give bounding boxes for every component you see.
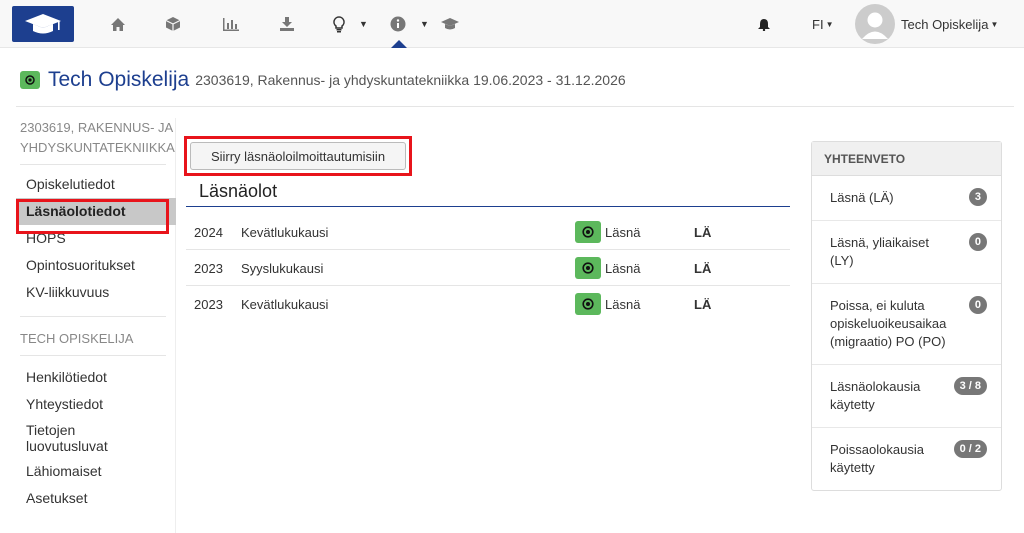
- sidebar-item-asetukset[interactable]: Asetukset: [16, 485, 176, 512]
- chevron-down-icon: ▼: [420, 19, 429, 29]
- student-study-right: 2303619, Rakennus- ja yhdyskuntatekniikk…: [195, 72, 626, 88]
- studies-nav-button[interactable]: [165, 10, 181, 38]
- home-logo[interactable]: [12, 6, 74, 42]
- summary-item: Poissaolokausia käytetty 0 / 2: [812, 428, 1001, 490]
- summary-item: Poissa, ei kuluta opiskeluoikeusaikaa (m…: [812, 284, 1001, 365]
- row-term: Kevätlukukausi: [241, 296, 329, 312]
- ideas-nav-dropdown[interactable]: ▼: [333, 10, 368, 38]
- row-code: LÄ: [694, 296, 712, 312]
- user-name: Tech Opiskelija: [901, 16, 989, 32]
- row-status: Läsnä: [575, 250, 640, 286]
- table-row: 2024 Kevätlukukausi Läsnä LÄ: [186, 214, 790, 250]
- summary-item: Läsnä, yliaikaiset (LY) 0: [812, 221, 1001, 284]
- student-name: Tech Opiskelija: [48, 68, 190, 91]
- dot-circle-icon: [575, 257, 601, 279]
- count-badge: 3 / 8: [953, 377, 987, 395]
- avatar: [855, 4, 895, 44]
- row-term: Syyslukukausi: [241, 260, 324, 276]
- sidebar-program-heading: 2303619, RAKENNUS- JA YHDYSKUNTATEKNIIKK…: [20, 120, 175, 155]
- student-header: Tech Opiskelija 2303619, Rakennus- ja yh…: [20, 68, 626, 92]
- row-status: Läsnä: [575, 214, 640, 250]
- summary-label: Läsnä (LÄ): [830, 190, 894, 205]
- summary-label: Läsnä, yliaikaiset (LY): [830, 235, 929, 268]
- home-nav-button[interactable]: [110, 10, 126, 38]
- row-code: LÄ: [694, 260, 712, 276]
- chevron-down-icon: ▼: [825, 19, 834, 29]
- divider: [20, 316, 166, 317]
- summary-label: Poissa, ei kuluta opiskeluoikeusaikaa (m…: [830, 298, 947, 349]
- lightbulb-icon: [333, 15, 345, 32]
- sidebar-user-heading: TECH OPISKELIJA: [20, 331, 134, 346]
- row-code: LÄ: [694, 224, 712, 240]
- download-icon: [280, 17, 294, 31]
- status-label: Läsnä: [605, 296, 641, 312]
- active-status-badge: [20, 71, 40, 89]
- summary-label: Läsnäolokausia käytetty: [830, 379, 921, 412]
- chevron-down-icon: ▼: [990, 19, 999, 29]
- top-navbar: ▼ ▼ FI ▼ Tech Opiskelija ▼: [0, 0, 1024, 48]
- table-row: 2023 Syyslukukausi Läsnä LÄ: [186, 250, 790, 286]
- status-label: Läsnä: [605, 224, 641, 240]
- home-icon: [111, 17, 125, 31]
- bell-icon: [758, 18, 770, 31]
- graduation-cap-icon: [441, 18, 459, 30]
- summary-panel: YHTEENVETO Läsnä (LÄ) 3 Läsnä, yliaikais…: [811, 141, 1002, 491]
- divider: [186, 206, 790, 207]
- sidebar-item-yhteystiedot[interactable]: Yhteystiedot: [16, 391, 176, 418]
- info-icon: [390, 16, 406, 32]
- table-row: 2023 Kevätlukukausi Läsnä LÄ: [186, 286, 790, 322]
- chevron-down-icon: ▼: [359, 19, 368, 29]
- count-badge: 3: [968, 188, 987, 206]
- summary-item: Läsnä (LÄ) 3: [812, 176, 1001, 221]
- downloads-nav-button[interactable]: [279, 10, 295, 38]
- attendance-table: 2024 Kevätlukukausi Läsnä LÄ 2023 Syyslu…: [186, 214, 790, 322]
- highlight-box-sidebar: [16, 199, 169, 234]
- summary-item: Läsnäolokausia käytetty 3 / 8: [812, 365, 1001, 428]
- graduation-nav-button[interactable]: [440, 10, 460, 38]
- dot-circle-icon: [25, 75, 35, 85]
- active-nav-indicator: [391, 40, 407, 48]
- reports-nav-button[interactable]: [222, 10, 240, 38]
- count-badge: 0: [968, 296, 987, 314]
- info-nav-dropdown[interactable]: ▼: [390, 10, 429, 38]
- dot-circle-icon: [575, 293, 601, 315]
- summary-label: Poissaolokausia käytetty: [830, 442, 924, 475]
- sidebar: 2303619, RAKENNUS- JA YHDYSKUNTATEKNIIKK…: [16, 118, 176, 512]
- status-label: Läsnä: [605, 260, 641, 276]
- summary-title: YHTEENVETO: [812, 142, 1001, 176]
- sidebar-item-lahiomaiset[interactable]: Lähiomaiset: [16, 458, 176, 485]
- row-year: 2023: [194, 296, 223, 312]
- sidebar-item-kv-liikkuvuus[interactable]: KV-liikkuvuus: [16, 279, 176, 306]
- count-badge: 0 / 2: [953, 440, 987, 458]
- bar-chart-icon: [223, 17, 239, 31]
- divider: [16, 106, 1014, 107]
- graduation-cap-icon: [25, 14, 61, 34]
- dot-circle-icon: [575, 221, 601, 243]
- sidebar-item-opiskelutiedot[interactable]: Opiskelutiedot: [16, 171, 176, 198]
- page-title: Läsnäolot: [199, 181, 278, 201]
- row-year: 2023: [194, 260, 223, 276]
- highlight-box-button: [184, 136, 412, 176]
- row-term: Kevätlukukausi: [241, 224, 329, 240]
- notifications-button[interactable]: [758, 10, 770, 38]
- row-year: 2024: [194, 224, 223, 240]
- cube-icon: [165, 17, 181, 31]
- language-selector[interactable]: FI ▼: [812, 0, 833, 48]
- row-status: Läsnä: [575, 286, 640, 322]
- language-label: FI: [812, 16, 824, 32]
- sidebar-item-henkilotiedot[interactable]: Henkilötiedot: [16, 364, 176, 391]
- divider: [20, 164, 166, 165]
- divider: [20, 355, 166, 356]
- sidebar-item-opintosuoritukset[interactable]: Opintosuoritukset: [16, 252, 176, 279]
- sidebar-item-tietojen-luovutusluvat[interactable]: Tietojen luovutusluvat: [16, 418, 126, 458]
- count-badge: 0: [968, 233, 987, 251]
- user-menu[interactable]: Tech Opiskelija ▼: [855, 0, 998, 48]
